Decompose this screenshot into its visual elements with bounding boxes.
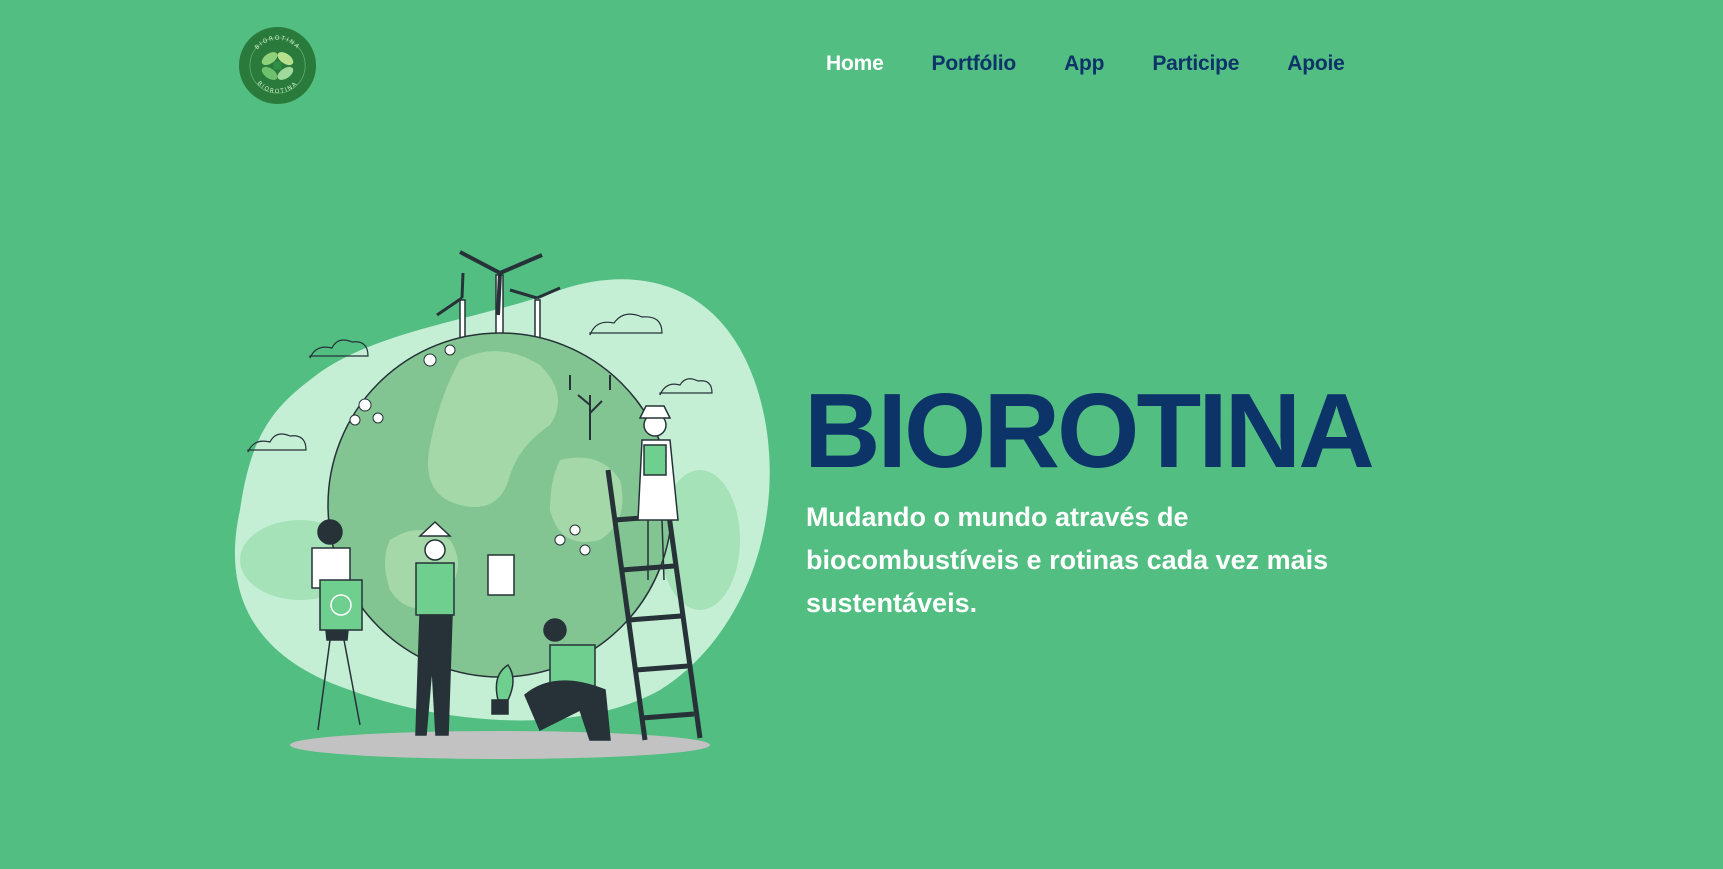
nav-item-home[interactable]: Home <box>826 52 884 76</box>
ground-shadow <box>290 731 710 759</box>
nav-item-apoie[interactable]: Apoie <box>1287 52 1345 76</box>
nav-item-portfolio[interactable]: Portfólio <box>932 52 1017 76</box>
logo[interactable]: BIOROTINA BIOROTINA <box>238 26 317 105</box>
eco-volunteers-illustration <box>234 250 770 759</box>
main-nav: Home Portfólio App Participe Apoie <box>826 52 1393 76</box>
nav-item-participe[interactable]: Participe <box>1152 52 1239 76</box>
hero-title: BIOROTINA <box>804 372 1375 490</box>
nav-item-app[interactable]: App <box>1064 52 1104 76</box>
hero-subtitle: Mudando o mundo através de biocombustíve… <box>806 502 1329 618</box>
